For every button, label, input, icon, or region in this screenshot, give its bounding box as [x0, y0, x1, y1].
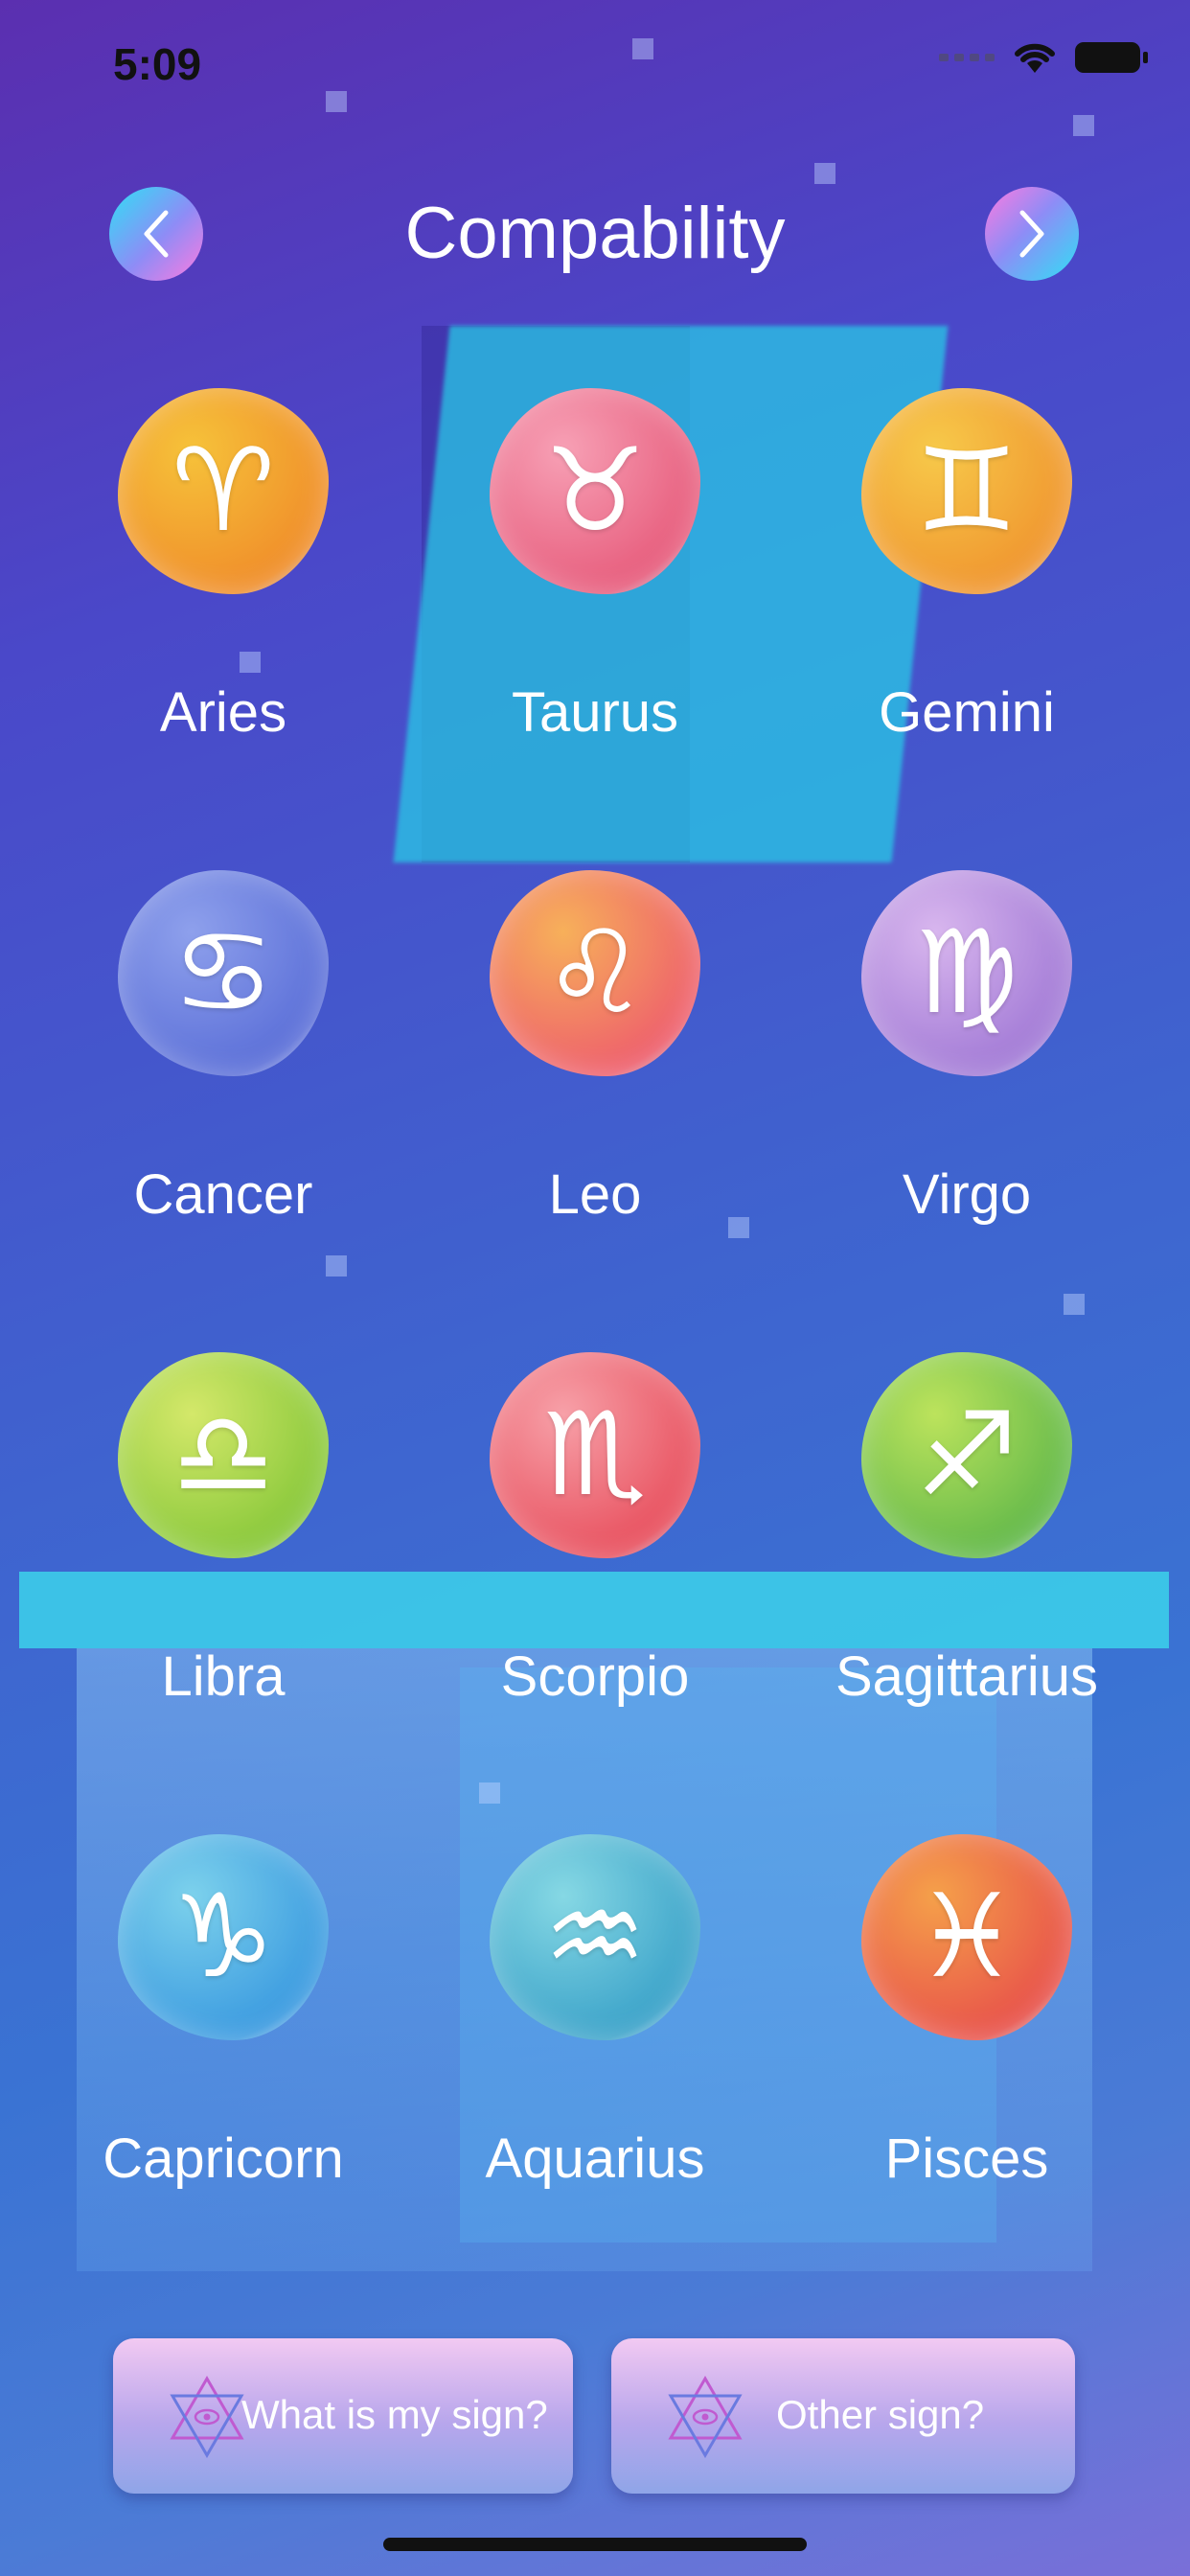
zodiac-label: Cancer	[133, 1163, 313, 1226]
zodiac-sign-gemini[interactable]: ♊ Gemini	[785, 374, 1149, 815]
zodiac-sign-capricorn[interactable]: ♑ Capricorn	[41, 1820, 405, 2261]
zodiac-sign-pisces[interactable]: ♓ Pisces	[785, 1820, 1149, 2261]
cellular-signal-icon	[939, 54, 995, 61]
zodiac-sign-aquarius[interactable]: ♒ Aquarius	[413, 1820, 777, 2261]
zodiac-sign-libra[interactable]: ♎ Libra	[41, 1338, 405, 1779]
cancer-emblem: ♋	[118, 870, 329, 1076]
libra-icon: ♎	[172, 1389, 275, 1522]
forward-button[interactable]	[985, 187, 1079, 281]
star-of-david-eye-icon	[668, 2376, 743, 2458]
home-indicator	[383, 2538, 807, 2551]
sagittarius-icon: ♐	[915, 1389, 1018, 1522]
aquarius-emblem: ♒	[490, 1834, 700, 2040]
zodiac-label: Aquarius	[485, 2128, 705, 2190]
zodiac-label: Sagittarius	[835, 1645, 1099, 1708]
virgo-emblem: ♍	[861, 870, 1072, 1076]
zodiac-label: Aries	[159, 681, 287, 744]
capricorn-emblem: ♑	[118, 1834, 329, 2040]
zodiac-sign-virgo[interactable]: ♍ Virgo	[785, 856, 1149, 1297]
sparkle	[1064, 1294, 1085, 1315]
what-is-my-sign-label: What is my sign?	[241, 2392, 548, 2437]
status-icons	[939, 40, 1148, 75]
sparkle	[814, 163, 835, 184]
battery-icon	[1075, 42, 1148, 73]
zodiac-sign-cancer[interactable]: ♋ Cancer	[41, 856, 405, 1297]
chevron-right-icon	[1019, 210, 1044, 258]
leo-emblem: ♌	[490, 870, 700, 1076]
other-sign-label: Other sign?	[776, 2392, 985, 2437]
libra-emblem: ♎	[118, 1352, 329, 1558]
zodiac-label: Scorpio	[500, 1645, 690, 1708]
star-of-david-eye-icon	[170, 2376, 244, 2458]
zodiac-sign-sagittarius[interactable]: ♐ Sagittarius	[785, 1338, 1149, 1779]
sagittarius-emblem: ♐	[861, 1352, 1072, 1558]
virgo-icon: ♍	[915, 907, 1018, 1040]
leo-icon: ♌	[543, 907, 647, 1040]
scorpio-icon: ♏	[543, 1389, 647, 1522]
zodiac-label: Pisces	[884, 2128, 1049, 2190]
zodiac-label: Virgo	[902, 1163, 1032, 1226]
gemini-icon: ♊	[915, 425, 1018, 558]
scorpio-emblem: ♏	[490, 1352, 700, 1558]
aries-icon: ♈	[172, 425, 275, 558]
aquarius-icon: ♒	[543, 1871, 647, 2004]
zodiac-sign-taurus[interactable]: ♉ Taurus	[413, 374, 777, 815]
capricorn-icon: ♑	[172, 1871, 275, 2004]
zodiac-label: Libra	[161, 1645, 286, 1708]
wifi-icon	[1015, 43, 1055, 73]
zodiac-label: Taurus	[511, 681, 679, 744]
what-is-my-sign-button[interactable]: What is my sign?	[113, 2338, 573, 2494]
pisces-icon: ♓	[915, 1871, 1018, 2004]
other-sign-button[interactable]: Other sign?	[611, 2338, 1075, 2494]
cancer-icon: ♋	[172, 907, 275, 1040]
taurus-emblem: ♉	[490, 388, 700, 594]
zodiac-label: Capricorn	[103, 2128, 344, 2190]
aries-emblem: ♈	[118, 388, 329, 594]
status-bar: 5:09	[0, 0, 1190, 125]
zodiac-sign-aries[interactable]: ♈ Aries	[41, 374, 405, 815]
taurus-icon: ♉	[543, 425, 647, 558]
status-time: 5:09	[113, 39, 202, 89]
gemini-emblem: ♊	[861, 388, 1072, 594]
sparkle	[479, 1782, 500, 1804]
pisces-emblem: ♓	[861, 1834, 1072, 2040]
zodiac-label: Leo	[548, 1163, 642, 1226]
zodiac-label: Gemini	[879, 681, 1055, 744]
zodiac-sign-scorpio[interactable]: ♏ Scorpio	[413, 1338, 777, 1779]
zodiac-sign-leo[interactable]: ♌ Leo	[413, 856, 777, 1297]
